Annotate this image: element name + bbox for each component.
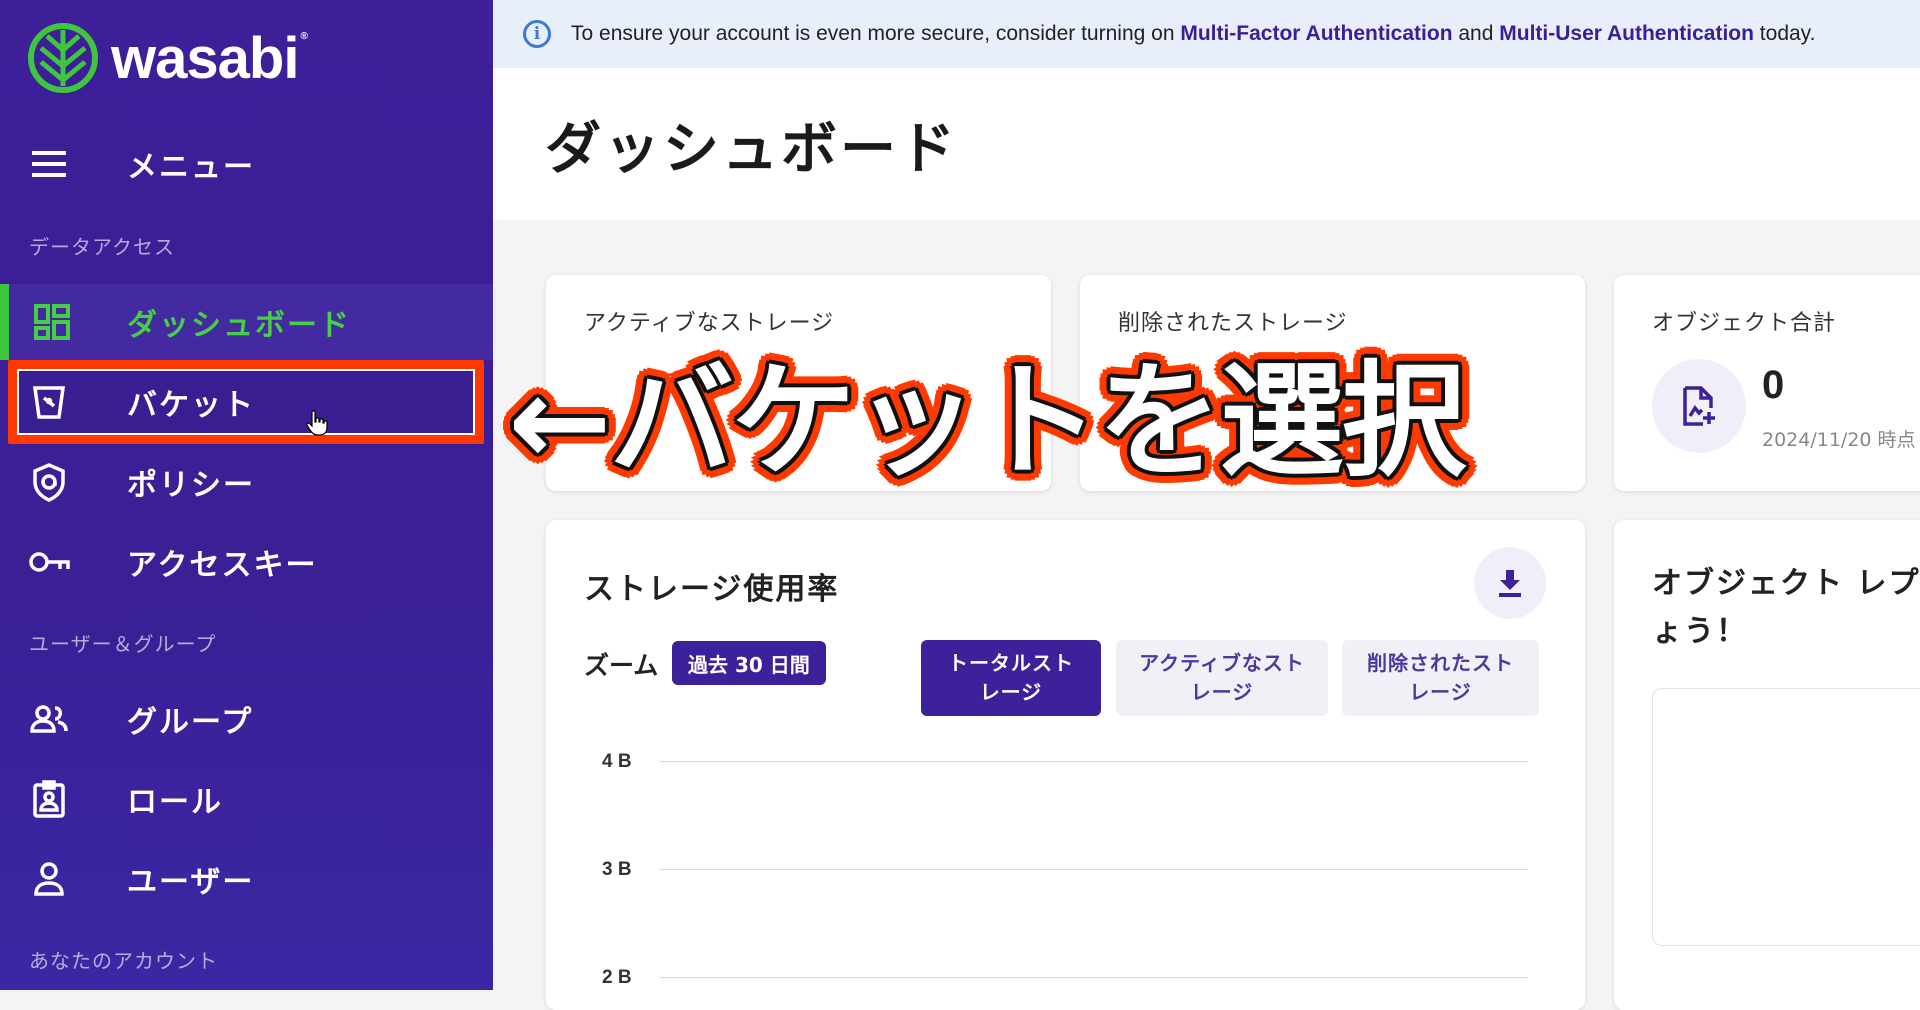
object-card-panel <box>1652 688 1920 946</box>
sidebar-item-label: グループ <box>127 705 254 740</box>
download-icon <box>1499 570 1521 597</box>
add-file-icon <box>1652 359 1746 453</box>
policy-shield-icon <box>28 461 70 503</box>
storage-usage-card: ストレージ使用率 ズーム 過去 30 日間 トータルスト レージ アクティブなス… <box>546 520 1585 1010</box>
wasabi-logo[interactable]: wasabi ® <box>27 22 308 94</box>
menu-toggle[interactable]: メニュー <box>0 138 493 190</box>
sidebar-item-users[interactable]: ユーザー <box>0 853 493 905</box>
sidebar-item-label: バケット <box>127 388 255 423</box>
sidebar-item-label: ダッシュボード <box>127 308 351 343</box>
segment-total-storage[interactable]: トータルスト レージ <box>921 640 1101 716</box>
grid-line <box>660 761 1528 762</box>
role-badge-icon <box>28 778 70 820</box>
sidebar-item-label: ポリシー <box>127 468 255 503</box>
total-objects-value: 0 <box>1762 363 1785 407</box>
user-icon <box>28 858 70 900</box>
zoom-range-select[interactable]: 過去 30 日間 <box>672 641 826 685</box>
hamburger-menu-icon <box>28 143 70 185</box>
dashboard-icon <box>31 301 73 343</box>
sidebar: wasabi ® メニュー データアクセス ダッシュボード バケット ポリシー … <box>0 0 493 990</box>
section-label-account: あなたのアカウント <box>29 949 218 973</box>
storage-usage-title: ストレージ使用率 <box>584 572 840 607</box>
menu-label: メニュー <box>127 150 255 185</box>
sidebar-item-label: ロール <box>127 785 223 820</box>
segment-deleted-storage[interactable]: 削除されたスト レージ <box>1342 640 1539 716</box>
key-icon <box>28 541 70 583</box>
overlay-caption: ←バケットを選択 <box>508 350 1466 494</box>
object-replication-card: オブジェクト レプ ょう！ <box>1614 520 1920 1010</box>
object-card-title: オブジェクト レプ ょう！ <box>1652 566 1920 649</box>
mfa-link[interactable]: Multi-Factor Authentication <box>1180 22 1452 45</box>
section-label-users-groups: ユーザー＆グループ <box>29 632 217 656</box>
grid-line <box>660 977 1528 978</box>
group-icon <box>28 698 70 740</box>
segment-active-storage[interactable]: アクティブなスト レージ <box>1116 640 1328 716</box>
mua-link[interactable]: Multi-User Authentication <box>1499 22 1754 45</box>
stat-card-total-objects: オブジェクト合計 0 2024/11/20 時点 <box>1614 275 1920 491</box>
grid-line <box>660 869 1528 870</box>
sidebar-item-dashboard[interactable]: ダッシュボード <box>0 284 493 360</box>
logo-wordmark: wasabi ® <box>111 25 308 91</box>
y-tick-label: 3 B <box>602 859 632 880</box>
download-button[interactable] <box>1474 547 1546 619</box>
page-header: ダッシュボード <box>493 68 1920 220</box>
sidebar-item-label: アクセスキー <box>127 548 318 583</box>
sidebar-item-access-keys[interactable]: アクセスキー <box>0 536 493 588</box>
sidebar-item-roles[interactable]: ロール <box>0 773 493 825</box>
section-label-data-access: データアクセス <box>29 235 175 259</box>
info-icon: i <box>523 20 551 48</box>
sidebar-item-policies[interactable]: ポリシー <box>0 456 493 508</box>
stat-card-title: オブジェクト合計 <box>1652 311 1837 336</box>
security-banner: i To ensure your account is even more se… <box>493 0 1920 68</box>
sidebar-item-label: ユーザー <box>127 865 255 900</box>
sidebar-item-buckets[interactable]: バケット <box>0 366 493 438</box>
zoom-label: ズーム <box>584 651 659 680</box>
bucket-icon <box>28 381 70 423</box>
sidebar-item-groups[interactable]: グループ <box>0 693 493 745</box>
y-tick-label: 2 B <box>602 967 632 988</box>
page-title: ダッシュボード <box>545 117 958 182</box>
total-objects-date: 2024/11/20 時点 <box>1762 429 1916 451</box>
wasabi-logo-icon <box>28 23 98 93</box>
y-tick-label: 4 B <box>602 751 632 772</box>
hand-cursor-icon <box>306 410 328 440</box>
banner-text: To ensure your account is even more secu… <box>571 22 1816 45</box>
